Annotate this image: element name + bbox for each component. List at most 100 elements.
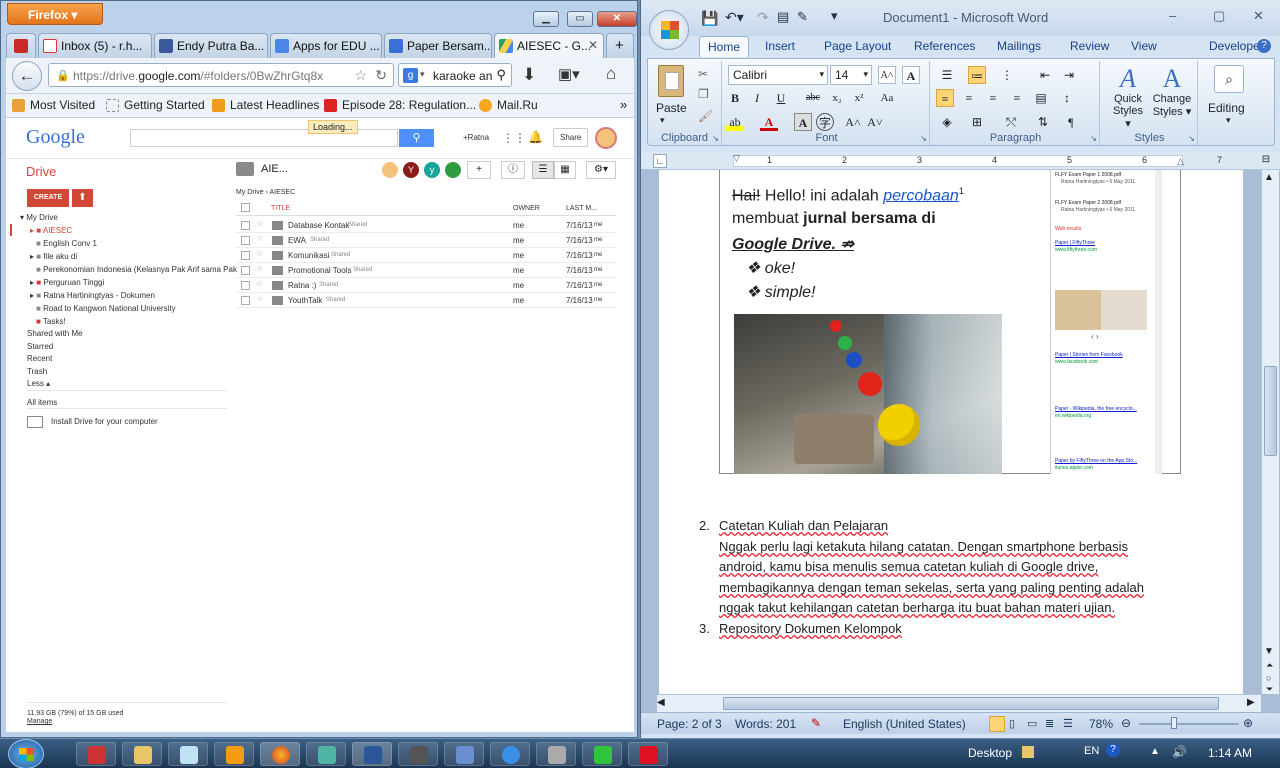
multilevel-list-icon[interactable]: ⋮ (998, 66, 1016, 84)
scroll-up-icon[interactable]: ▲ (1264, 172, 1274, 183)
sort-icon[interactable]: ⇅ (1034, 113, 1052, 131)
zoom-in-icon[interactable]: ⊕ (1243, 716, 1253, 730)
strikethrough-icon[interactable]: abc (804, 89, 822, 107)
tab-developer[interactable]: Developer (1209, 39, 1264, 53)
create-button[interactable]: CREATE (27, 189, 69, 207)
table-row[interactable]: ☆ Database Kontak Shared me 7/16/13 me (236, 218, 616, 233)
search-icon[interactable]: ⚲ (496, 67, 506, 83)
line-spacing-icon[interactable]: ↕ (1058, 89, 1076, 107)
tab-facebook[interactable]: Endy Putra Ba... (154, 33, 268, 58)
grow-font-alt-icon[interactable]: A˄ (844, 113, 862, 131)
taskbar-app-9[interactable] (444, 742, 484, 766)
bookmark-mail-ru[interactable]: Mail.Ru (479, 98, 538, 112)
bookmark-latest-headlines[interactable]: Latest Headlines (212, 98, 319, 112)
volume-icon[interactable]: 🔊 (1172, 745, 1187, 759)
word-count[interactable]: Words: 201 (735, 717, 796, 731)
row-checkbox[interactable] (241, 221, 250, 230)
show-marks-icon[interactable]: ¶ (1062, 113, 1080, 131)
avatar[interactable] (445, 162, 461, 178)
result-title[interactable]: FLFY Exam Paper 2 2008.pdf (1055, 200, 1121, 206)
dialog-launcher-icon[interactable]: ↘ (712, 134, 719, 143)
paste-button[interactable]: Paste (656, 101, 687, 115)
align-right-icon[interactable]: ≡ (984, 89, 1002, 107)
star-icon[interactable]: ☆ (256, 234, 263, 243)
superscript-icon[interactable]: x² (850, 89, 868, 107)
taskbar-camera[interactable] (536, 742, 576, 766)
subscript-icon[interactable]: x₂ (828, 89, 846, 107)
table-row[interactable]: ☆ Ratna :) Shared me 7/16/13 me (236, 278, 616, 293)
browse-object-icon[interactable]: ○ (1266, 673, 1271, 683)
right-indent-marker-icon[interactable]: △ (1177, 156, 1184, 167)
taskbar-line[interactable] (582, 742, 622, 766)
add-user-button[interactable]: + (467, 161, 491, 179)
print-layout-icon[interactable] (989, 716, 1005, 732)
star-icon[interactable]: ☆ (256, 279, 263, 288)
taskbar-app-6[interactable] (306, 742, 346, 766)
tab-apps-edu[interactable]: Apps for EDU ... (270, 33, 382, 58)
bookmark-episode[interactable]: Episode 28: Regulation... (324, 98, 476, 112)
bookmark-getting-started[interactable]: Getting Started (106, 98, 205, 112)
avatar[interactable]: y (424, 162, 440, 178)
settings-button[interactable]: ⚙▾ (586, 161, 616, 179)
select-all-checkbox[interactable] (241, 203, 250, 212)
tab-selector-icon[interactable]: ∟ (653, 154, 667, 168)
column-modified[interactable]: LAST M... (566, 205, 597, 212)
tree-item-aiesec[interactable]: ▸ ■ AIESEC (30, 226, 72, 235)
shading-icon[interactable]: ◈ (938, 113, 956, 131)
save-icon[interactable]: 💾 (701, 10, 718, 27)
row-checkbox[interactable] (241, 236, 250, 245)
shrink-font-icon[interactable]: A˅ (866, 113, 884, 131)
scroll-right-icon[interactable]: ▶ (1247, 697, 1255, 708)
italic-icon[interactable]: I (748, 89, 766, 107)
back-button[interactable]: ← (12, 61, 42, 91)
taskbar-firefox[interactable] (260, 742, 300, 766)
editing-button[interactable]: Editing (1208, 101, 1245, 115)
document-page[interactable]: Hai! Hello! ini adalah percobaan1 membua… (659, 170, 1243, 694)
taskbar-notepad[interactable] (168, 742, 208, 766)
table-row[interactable]: ☆ Promotional Tools Shared me 7/16/13 me (236, 263, 616, 278)
upload-button[interactable]: ⬆ (72, 189, 93, 207)
tab-references[interactable]: References (914, 39, 975, 53)
taskbar-explorer[interactable] (122, 742, 162, 766)
scroll-left-icon[interactable]: ◀ (657, 697, 665, 708)
vertical-scrollbar[interactable]: ▲ ▼ ⏶ ○ ⏷ (1261, 170, 1279, 694)
taskbar-app-1[interactable] (76, 742, 116, 766)
cut-icon[interactable]: ✂ (698, 67, 708, 81)
star-icon[interactable]: ☆ (256, 294, 263, 303)
tree-item-perekonomian[interactable]: ■ Perekonomian Indonesia (Kelasnya Pak A… (36, 265, 237, 274)
decrease-indent-icon[interactable]: ⇤ (1036, 66, 1054, 84)
bullets-icon[interactable]: ☰ (938, 66, 956, 84)
undo-icon[interactable]: ↶▾ (725, 9, 744, 26)
change-styles-button[interactable]: A Change Styles ▾ (1150, 65, 1194, 129)
dialog-launcher-icon[interactable]: ↘ (920, 134, 927, 143)
draft-icon[interactable]: ☰ (1063, 717, 1073, 730)
tab-view[interactable]: View (1131, 39, 1157, 53)
tree-item-ratna[interactable]: ▸ ■ Ratna Hartiningtyas - Dokumen (30, 291, 155, 300)
justify-icon[interactable]: ≡ (1008, 89, 1026, 107)
notifications-icon[interactable]: 🔔 (528, 130, 543, 144)
result-link[interactable]: Paper - Wikipedia, the free encyclo... (1055, 406, 1137, 412)
view-ruler-icon[interactable]: ⊟ (1259, 154, 1273, 168)
nav-all-items[interactable]: All items (27, 398, 57, 407)
copy-icon[interactable]: ❐ (698, 87, 709, 101)
customize-toolbar-icon[interactable]: ▾ (831, 8, 838, 24)
font-name-select[interactable]: Calibri ▾ (728, 65, 828, 85)
tab-insert[interactable]: Insert (765, 39, 795, 53)
search-box[interactable]: g ▾ karaoke an ⚲ (398, 63, 512, 87)
result-link[interactable]: Paper | FiftyThree (1055, 240, 1095, 246)
column-owner[interactable]: OWNER (513, 205, 540, 212)
share-button[interactable]: Share (553, 128, 589, 147)
dialog-launcher-icon[interactable]: ↘ (1188, 134, 1195, 143)
pasted-image[interactable]: Hai! Hello! ini adalah percobaan1 membua… (719, 170, 1181, 474)
scrollbar[interactable] (1155, 170, 1162, 474)
asian-layout-icon[interactable]: ⤲ (1002, 113, 1020, 131)
enclose-character-icon[interactable]: 字 (816, 113, 834, 131)
font-color-icon[interactable]: A (760, 113, 778, 131)
clock[interactable]: 1:14 AM (1208, 746, 1252, 760)
manage-link[interactable]: Manage (27, 718, 52, 725)
link-text[interactable]: percobaan (883, 187, 959, 204)
scroll-down-icon[interactable]: ▼ (1264, 646, 1274, 657)
next-page-icon[interactable]: ⏷ (1266, 684, 1273, 695)
minimize-button[interactable]: ▁ (533, 11, 559, 27)
avatar[interactable]: Y (403, 162, 419, 178)
